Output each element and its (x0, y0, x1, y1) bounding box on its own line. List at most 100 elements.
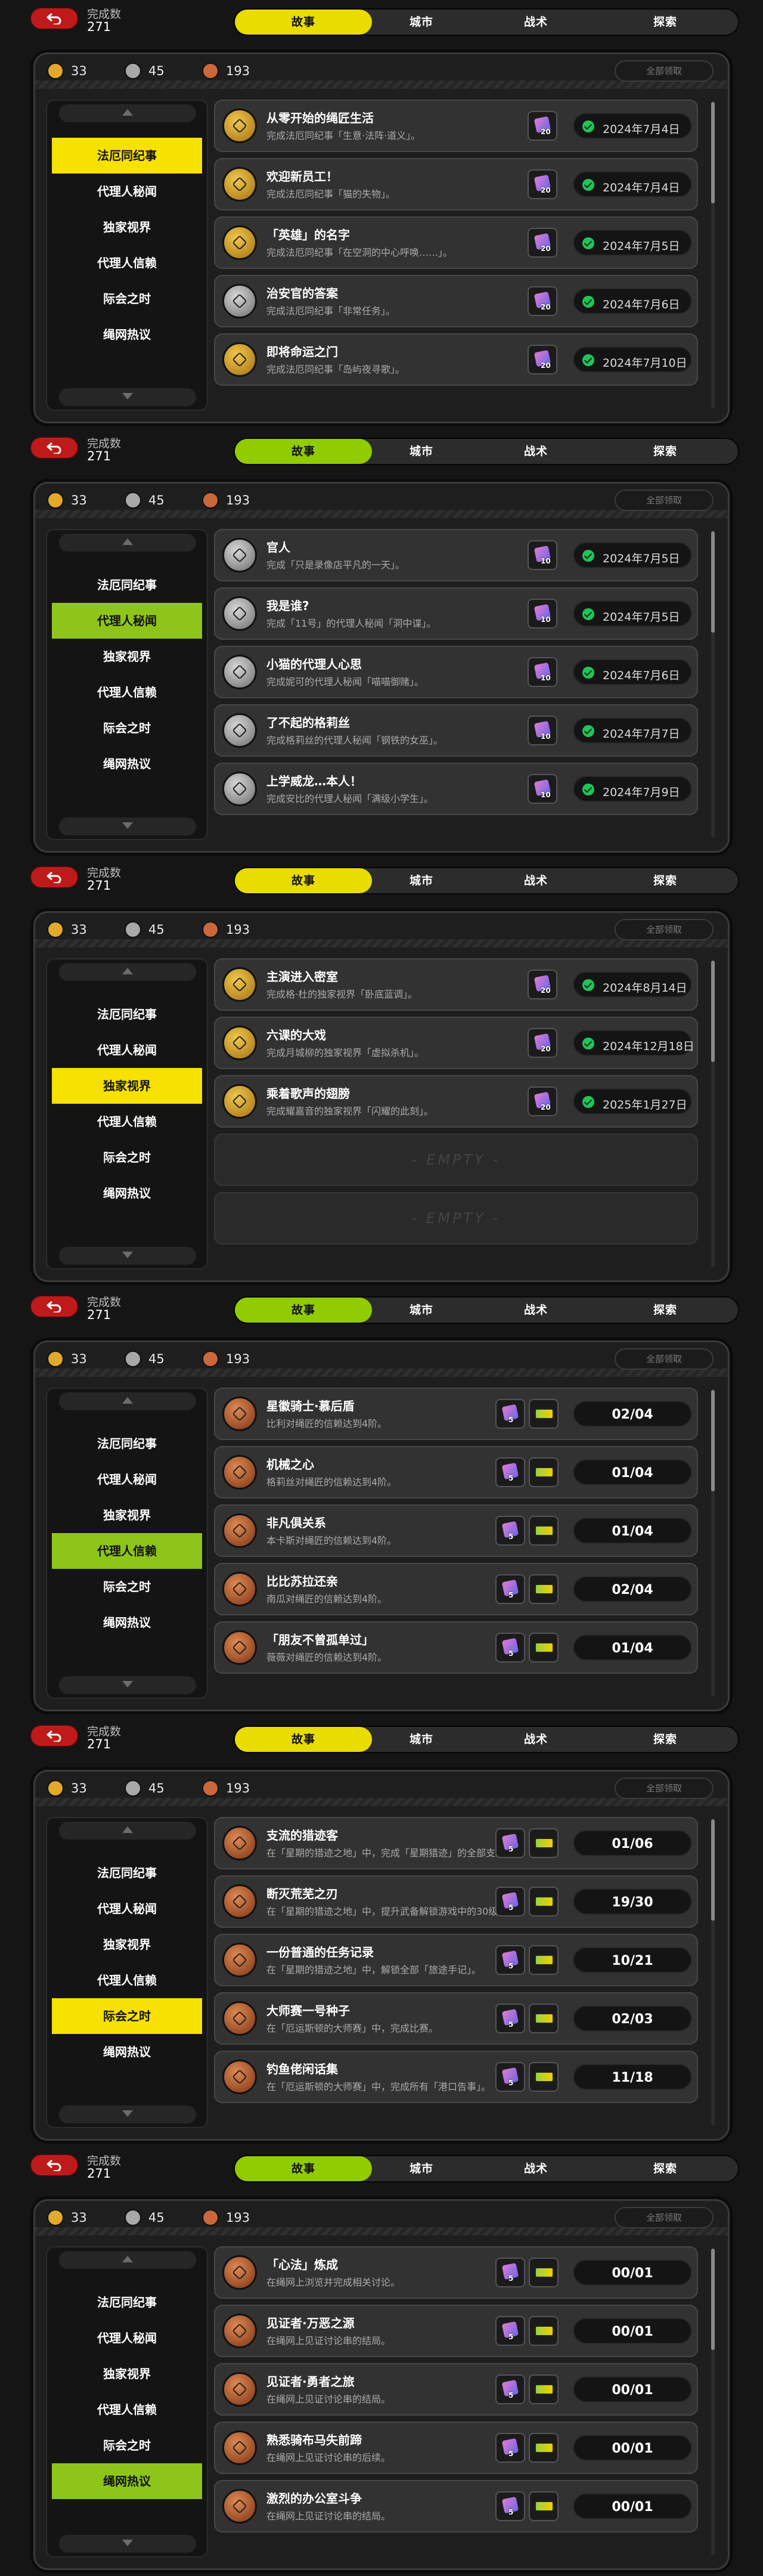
tab-explore[interactable]: 探索 (606, 1298, 725, 1323)
achievement-card[interactable]: 从零开始的绳匠生活 完成法厄同纪事「生意·法阵·道义」。 20 2024年7月4日 (214, 100, 698, 152)
achievement-card[interactable]: 了不起的格莉丝 完成格莉丝的代理人秘闻「钢铁的女巫」。 10 2024年7月7日 (214, 704, 698, 757)
tab-tactics[interactable]: 战术 (476, 1727, 595, 1752)
sidebar-item-inknot-topics[interactable]: 绳网热议 (52, 2034, 202, 2070)
achievement-card[interactable]: 「朋友不曾孤单过」 薇薇对绳匠的信赖达到4阶。 5 01/04 (214, 1621, 698, 1674)
sidebar-item-exclusive-views[interactable]: 独家视界 (52, 639, 202, 674)
achievement-card[interactable]: 断灭荒芜之刃 在「星期的猎迹之地」中，提升武备解锁游戏中的30级。 5 19/30 (214, 1875, 698, 1928)
sidebar-scroll-down-button[interactable] (59, 388, 196, 406)
sidebar-item-encounters[interactable]: 际会之时 (52, 281, 202, 317)
claim-all-button[interactable]: 全部领取 (615, 1778, 714, 1799)
tab-explore[interactable]: 探索 (606, 439, 725, 464)
list-scrollbar[interactable] (711, 531, 715, 838)
claim-all-button[interactable]: 全部领取 (615, 919, 714, 940)
tab-story[interactable]: 故事 (235, 1298, 372, 1323)
sidebar-scroll-down-button[interactable] (59, 2106, 196, 2123)
sidebar-item-exclusive-views[interactable]: 独家视界 (52, 1497, 202, 1533)
sidebar-item-phaethon-chronicles[interactable]: 法厄同纪事 (52, 138, 202, 174)
achievement-card[interactable]: 比比苏拉还亲 南瓜对绳匠的信赖达到4阶。 5 02/04 (214, 1563, 698, 1615)
sidebar-item-encounters[interactable]: 际会之时 (52, 710, 202, 746)
sidebar-scroll-up-button[interactable] (59, 1392, 196, 1410)
sidebar-item-agent-trust[interactable]: 代理人信赖 (52, 2392, 202, 2428)
list-scrollbar[interactable] (711, 1819, 715, 2126)
tab-city[interactable]: 城市 (362, 1298, 481, 1323)
tab-city[interactable]: 城市 (362, 10, 481, 35)
sidebar-scroll-up-button[interactable] (59, 963, 196, 981)
sidebar-item-encounters[interactable]: 际会之时 (52, 2428, 202, 2463)
sidebar-item-agent-trust[interactable]: 代理人信赖 (52, 1533, 202, 1569)
back-button[interactable] (31, 8, 77, 29)
achievement-card[interactable]: 熟悉骑布马失前蹄 在绳网上见证讨论串的后续。 5 00/01 (214, 2422, 698, 2474)
scrollbar-thumb[interactable] (711, 102, 715, 203)
sidebar-scroll-down-button[interactable] (59, 1247, 196, 1265)
back-button[interactable] (31, 438, 77, 458)
achievement-card[interactable]: 激烈的办公室斗争 在绳网上见证讨论串的结局。 5 00/01 (214, 2480, 698, 2532)
claim-all-button[interactable]: 全部领取 (615, 60, 714, 82)
tab-tactics[interactable]: 战术 (476, 10, 595, 35)
sidebar-scroll-up-button[interactable] (59, 534, 196, 552)
achievement-card[interactable]: 小猫的代理人心思 完成妮可的代理人秘闻「喵喵御赌」。 10 2024年7月6日 (214, 646, 698, 698)
tab-explore[interactable]: 探索 (606, 1727, 725, 1752)
sidebar-item-phaethon-chronicles[interactable]: 法厄同纪事 (52, 1426, 202, 1462)
achievement-card[interactable]: 治安官的答案 完成法厄同纪事「非常任务」。 20 2024年7月6日 (214, 275, 698, 327)
tab-city[interactable]: 城市 (362, 439, 481, 464)
list-scrollbar[interactable] (711, 2249, 715, 2555)
tab-story[interactable]: 故事 (235, 868, 372, 893)
sidebar-item-inknot-topics[interactable]: 绳网热议 (52, 317, 202, 352)
achievement-card[interactable]: 机械之心 格莉丝对绳匠的信赖达到4阶。 5 01/04 (214, 1446, 698, 1498)
sidebar-item-inknot-topics[interactable]: 绳网热议 (52, 2463, 202, 2499)
sidebar-item-phaethon-chronicles[interactable]: 法厄同纪事 (52, 567, 202, 603)
list-scrollbar[interactable] (711, 1390, 715, 1696)
sidebar-item-encounters[interactable]: 际会之时 (52, 1998, 202, 2034)
tab-story[interactable]: 故事 (235, 1727, 372, 1752)
sidebar-scroll-up-button[interactable] (59, 1822, 196, 1840)
sidebar-item-agent-stories[interactable]: 代理人秘闻 (52, 603, 202, 639)
sidebar-item-inknot-topics[interactable]: 绳网热议 (52, 1175, 202, 1211)
sidebar-item-agent-trust[interactable]: 代理人信赖 (52, 1962, 202, 1998)
sidebar-item-exclusive-views[interactable]: 独家视界 (52, 1927, 202, 1962)
tab-city[interactable]: 城市 (362, 868, 481, 893)
back-button[interactable] (31, 867, 77, 887)
tab-explore[interactable]: 探索 (606, 868, 725, 893)
sidebar-scroll-down-button[interactable] (59, 2535, 196, 2553)
sidebar-scroll-down-button[interactable] (59, 1676, 196, 1694)
scrollbar-thumb[interactable] (711, 1390, 715, 1491)
achievement-card[interactable]: 支流的猎迹客 在「星期的猎迹之地」中，完成「星期猎迹」的全部支线。 5 01/06 (214, 1817, 698, 1869)
list-scrollbar[interactable] (711, 102, 715, 408)
sidebar-item-exclusive-views[interactable]: 独家视界 (52, 209, 202, 245)
tab-story[interactable]: 故事 (235, 2156, 372, 2181)
tab-tactics[interactable]: 战术 (476, 439, 595, 464)
achievement-card[interactable]: 上学威龙…本人！ 完成安比的代理人秘闻「满级小学生」。 10 2024年7月9日 (214, 763, 698, 815)
achievement-card[interactable]: 星徽骑士·慕后盾 比利对绳匠的信赖达到4阶。 5 02/04 (214, 1388, 698, 1440)
sidebar-item-agent-stories[interactable]: 代理人秘闻 (52, 1462, 202, 1497)
sidebar-item-agent-trust[interactable]: 代理人信赖 (52, 245, 202, 281)
sidebar-item-agent-stories[interactable]: 代理人秘闻 (52, 174, 202, 209)
achievement-card[interactable]: 乘着歌声的翅膀 完成耀嘉音的独家视界「闪耀的此刻」。 20 2025年1月27日 (214, 1075, 698, 1128)
achievement-card[interactable]: 「英雄」的名字 完成法厄同纪事「在空洞的中心呼唤……」。 20 2024年7月5日 (214, 216, 698, 269)
sidebar-item-inknot-topics[interactable]: 绳网热议 (52, 1605, 202, 1640)
claim-all-button[interactable]: 全部领取 (615, 1348, 714, 1370)
sidebar-item-exclusive-views[interactable]: 独家视界 (52, 2356, 202, 2392)
achievement-card[interactable]: 大师赛一号种子 在「厄运斯顿的大师赛」中，完成比赛。 5 02/03 (214, 1992, 698, 2045)
achievement-card[interactable]: 见证者·勇者之旅 在绳网上见证讨论串的结局。 5 00/01 (214, 2363, 698, 2416)
achievement-card[interactable]: 钓鱼佬闲话集 在「厄运斯顿的大师赛」中，完成所有「港口告事」。 5 11/18 (214, 2051, 698, 2103)
tab-city[interactable]: 城市 (362, 1727, 481, 1752)
achievement-card[interactable]: 非凡俱关系 本卡斯对绳匠的信赖达到4阶。 5 01/04 (214, 1504, 698, 1557)
achievement-card[interactable]: 官人 完成「只是录像店平凡的一天」。 10 2024年7月5日 (214, 529, 698, 581)
tab-explore[interactable]: 探索 (606, 10, 725, 35)
achievement-card[interactable]: 主演进入密室 完成格·杜的独家视界「卧底蓝调」。 20 2024年8月14日 (214, 958, 698, 1011)
tab-story[interactable]: 故事 (235, 439, 372, 464)
achievement-card[interactable]: 即将命运之门 完成法厄同纪事「岛屿夜寻歌」。 20 2024年7月10日 (214, 333, 698, 386)
sidebar-scroll-up-button[interactable] (59, 104, 196, 122)
scrollbar-thumb[interactable] (711, 2249, 715, 2350)
tab-city[interactable]: 城市 (362, 2156, 481, 2181)
back-button[interactable] (31, 2155, 77, 2175)
sidebar-item-inknot-topics[interactable]: 绳网热议 (52, 746, 202, 782)
achievement-card[interactable]: 我是谁? 完成「11号」的代理人秘闻「洞中谍」。 10 2024年7月5日 (214, 587, 698, 640)
sidebar-scroll-up-button[interactable] (59, 2251, 196, 2269)
tab-story[interactable]: 故事 (235, 10, 372, 35)
list-scrollbar[interactable] (711, 961, 715, 1267)
achievement-card[interactable]: 一份普通的任务记录 在「星期的猎迹之地」中，解锁全部「旅途手记」。 5 10/21 (214, 1934, 698, 1986)
sidebar-item-agent-trust[interactable]: 代理人信赖 (52, 1104, 202, 1140)
back-button[interactable] (31, 1296, 77, 1317)
sidebar-item-agent-trust[interactable]: 代理人信赖 (52, 674, 202, 710)
